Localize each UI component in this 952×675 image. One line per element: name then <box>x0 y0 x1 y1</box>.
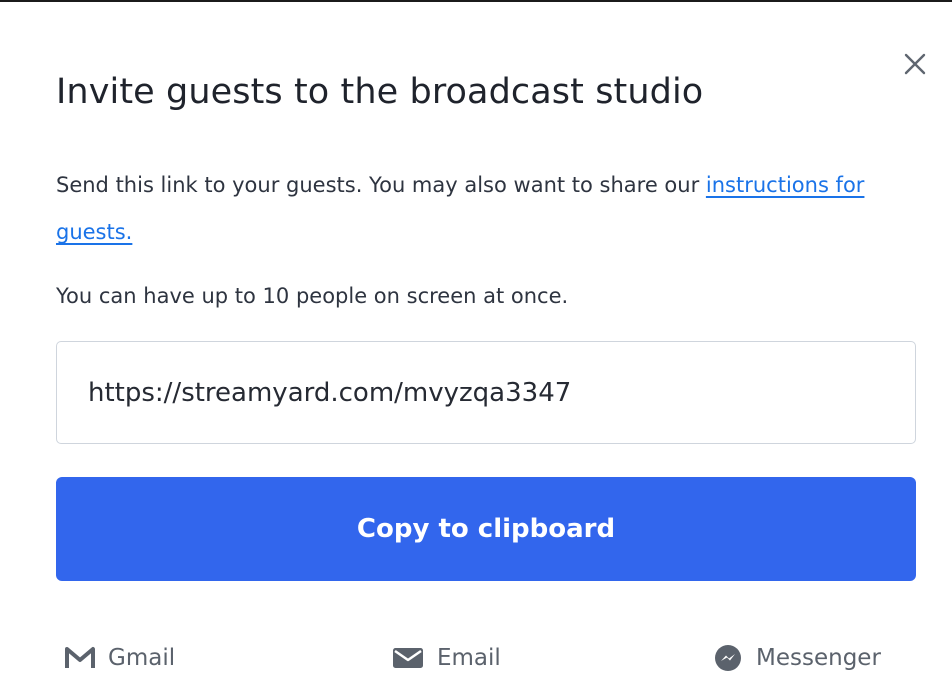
close-icon <box>904 53 926 75</box>
dialog-description: Send this link to your guests. You may a… <box>56 162 876 256</box>
close-button[interactable] <box>898 47 932 81</box>
messenger-label: Messenger <box>756 645 881 671</box>
email-label: Email <box>437 645 501 671</box>
messenger-icon <box>715 645 741 671</box>
share-email-button[interactable]: Email <box>392 638 501 675</box>
share-messenger-button[interactable]: Messenger <box>713 638 881 675</box>
share-gmail-button[interactable]: Gmail <box>65 638 175 675</box>
dialog-title: Invite guests to the broadcast studio <box>56 72 704 112</box>
guest-link-field[interactable]: https://streamyard.com/mvyzqa3347 <box>56 341 916 444</box>
page: Invite guests to the broadcast studio Se… <box>0 0 952 675</box>
copy-to-clipboard-button[interactable]: Copy to clipboard <box>56 477 916 581</box>
gmail-label: Gmail <box>108 645 176 671</box>
gmail-icon <box>65 647 95 668</box>
email-icon <box>393 648 423 668</box>
invite-guests-dialog: Invite guests to the broadcast studio Se… <box>0 0 952 675</box>
description-text: Send this link to your guests. You may a… <box>56 173 706 197</box>
guest-limit-text: You can have up to 10 people on screen a… <box>56 284 569 308</box>
share-options: Gmail Email Messenger <box>56 638 916 675</box>
